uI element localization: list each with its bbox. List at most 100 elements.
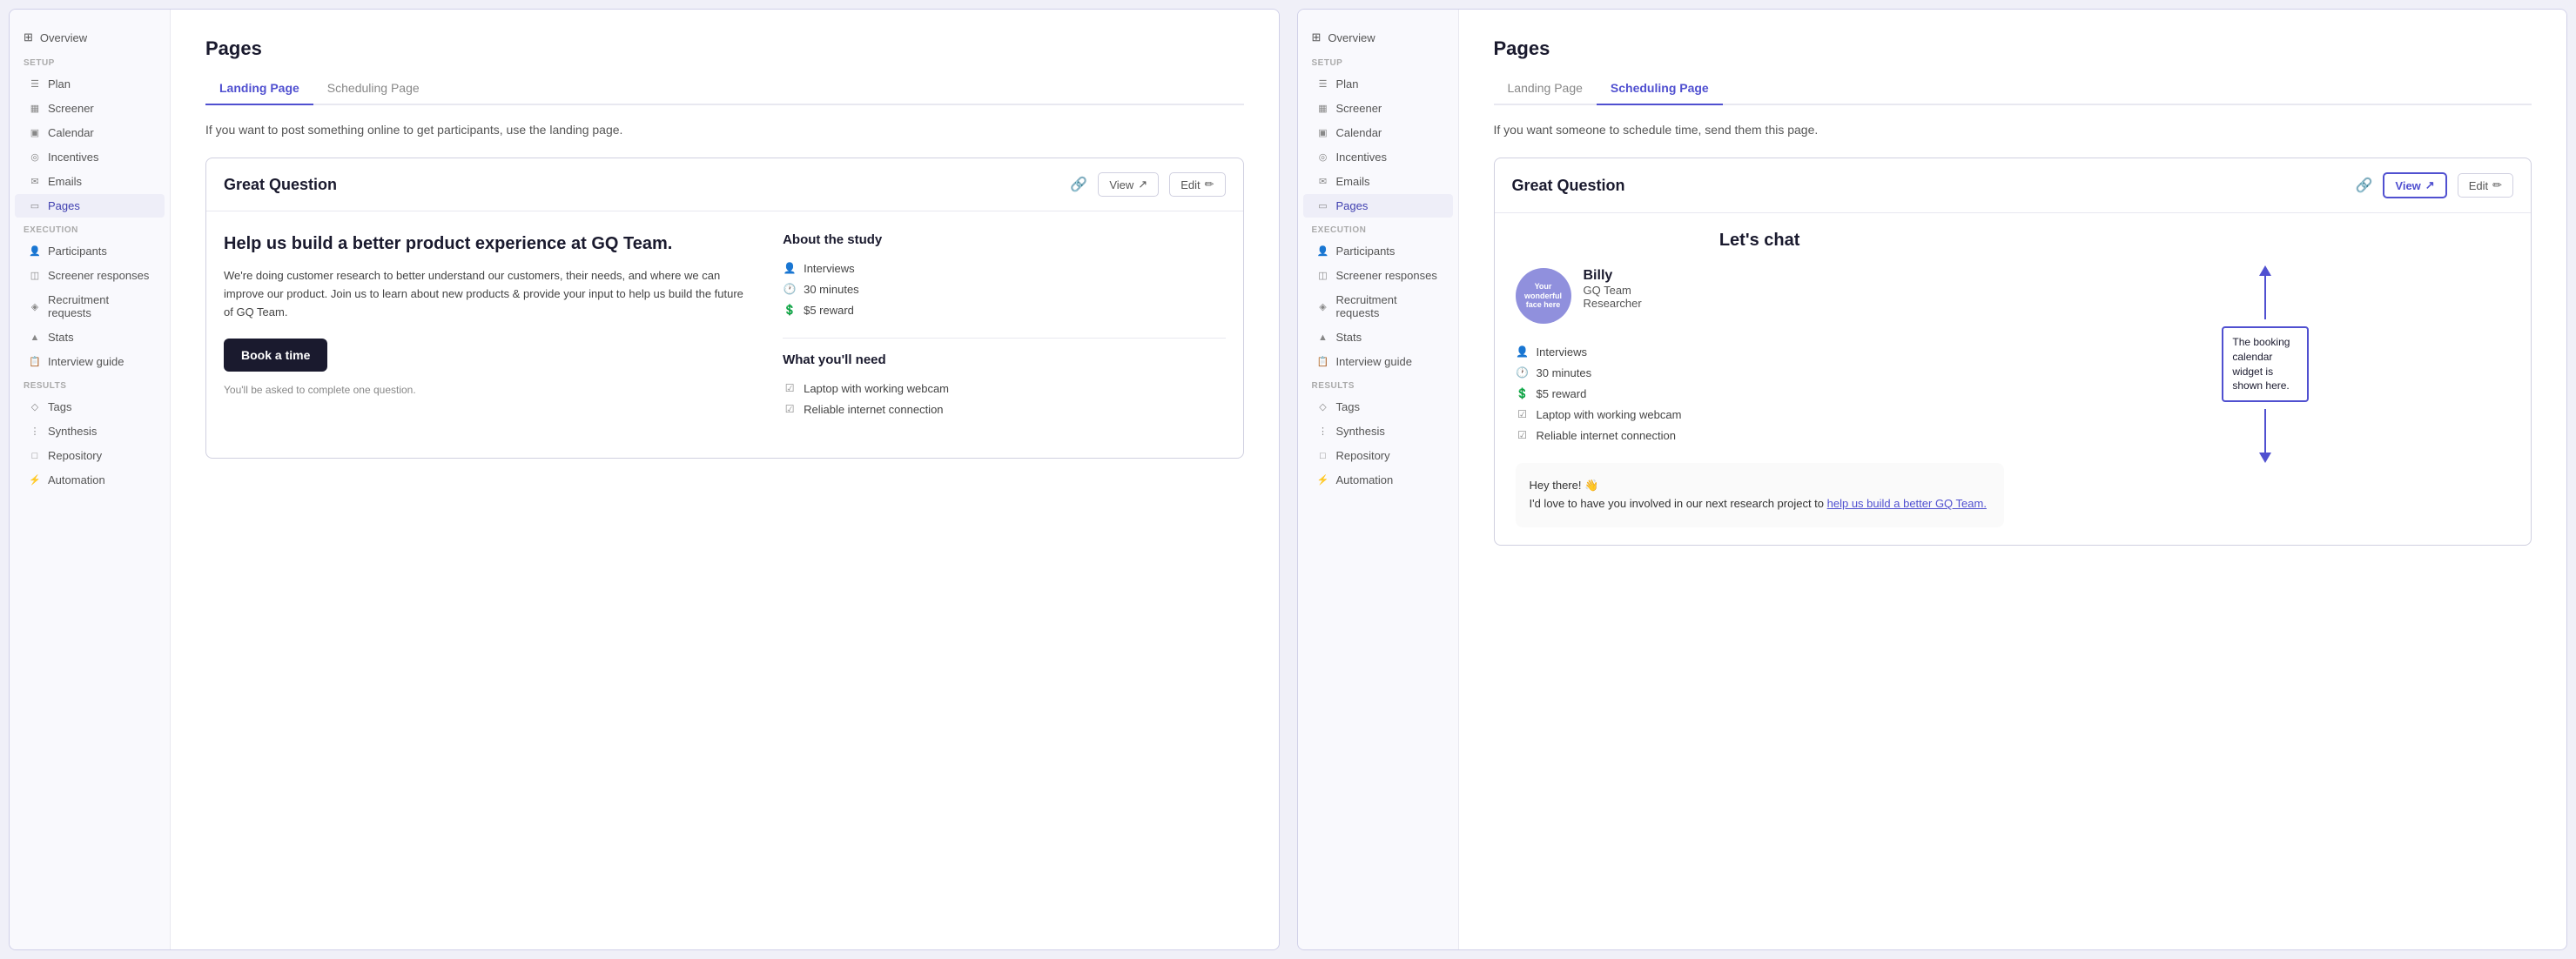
sidebar-item-overview[interactable]: ⊞ Overview (10, 23, 170, 51)
sidebar-item-interview-guide-2[interactable]: 📋 Interview guide (1303, 350, 1453, 373)
needs-item-internet: ☑ Reliable internet connection (783, 399, 1225, 419)
sidebar-item-stats-2[interactable]: ▲ Stats (1303, 325, 1453, 349)
interview-guide-icon-2: 📋 (1317, 356, 1329, 368)
chat-link[interactable]: help us build a better GQ Team. (1827, 497, 1987, 510)
researcher-section: Yourwonderfulface here Billy GQ Team Res… (1516, 268, 2004, 324)
sidebar-item-plan-2[interactable]: ☰ Plan (1303, 72, 1453, 96)
sidebar-item-overview-2[interactable]: ⊞ Overview (1298, 23, 1458, 51)
sidebar-item-repository-2[interactable]: □ Repository (1303, 444, 1453, 467)
plan-icon: ☰ (29, 78, 41, 91)
external-link-icon-2: ↗ (2425, 178, 2435, 192)
page-title: Pages (205, 37, 1244, 60)
sidebar-item-recruitment-2[interactable]: ◈ Recruitment requests (1303, 288, 1453, 325)
sidebar-item-participants-2[interactable]: 👤 Participants (1303, 239, 1453, 263)
card-actions: 🔗 View ↗ Edit ✏ (1070, 172, 1225, 197)
sidebar-item-plan[interactable]: ☰ Plan (15, 72, 165, 96)
recruitment-icon: ◈ (29, 300, 41, 312)
about-item-duration: 🕐 30 minutes (783, 278, 1225, 299)
sched-about-interviews: 👤 Interviews (1516, 341, 2004, 362)
sidebar-item-screener-responses[interactable]: ◫ Screener responses (15, 264, 165, 287)
main-content-left: Pages Landing Page Scheduling Page If yo… (171, 10, 1279, 949)
sidebar-item-repository[interactable]: □ Repository (15, 444, 165, 467)
tags-icon-2: ◇ (1317, 401, 1329, 413)
sidebar-item-automation[interactable]: ⚡ Automation (15, 468, 165, 492)
sidebar-item-tags-2[interactable]: ◇ Tags (1303, 395, 1453, 419)
sched-about-duration: 🕐 30 minutes (1516, 362, 2004, 383)
researcher-info: Billy GQ Team Researcher (1584, 268, 1642, 310)
sidebar-item-synthesis[interactable]: ⋮ Synthesis (15, 419, 165, 443)
arrow-head-up (2259, 265, 2271, 276)
overview-icon: ⊞ (24, 30, 33, 44)
tab-landing-page-2[interactable]: Landing Page (1494, 74, 1597, 105)
sidebar-left: ⊞ Overview Setup ☰ Plan ▦ Screener ▣ Cal… (10, 10, 171, 949)
recruitment-icon-2: ◈ (1317, 300, 1329, 312)
edit-pencil-icon: ✏ (1205, 178, 1214, 191)
sidebar-item-participants[interactable]: 👤 Participants (15, 239, 165, 263)
person-icon: 👤 (783, 261, 797, 275)
main-content-right: Pages Landing Page Scheduling Page If yo… (1459, 10, 2567, 949)
pages-icon-2: ▭ (1317, 200, 1329, 212)
tab-landing-page[interactable]: Landing Page (205, 74, 313, 105)
tab-description: If you want to post something online to … (205, 123, 1244, 137)
sidebar-item-stats[interactable]: ▲ Stats (15, 325, 165, 349)
page-title-2: Pages (1494, 37, 2532, 60)
tab-scheduling-page[interactable]: Scheduling Page (313, 74, 434, 105)
link-icon-2[interactable]: 🔗 (2355, 177, 2372, 194)
sidebar-item-emails[interactable]: ✉ Emails (15, 170, 165, 193)
sidebar-item-synthesis-2[interactable]: ⋮ Synthesis (1303, 419, 1453, 443)
needs-items-list: ☑ Laptop with working webcam ☑ Reliable … (783, 378, 1225, 419)
sidebar-item-pages[interactable]: ▭ Pages (15, 194, 165, 218)
researcher-team: GQ Team (1584, 284, 1642, 297)
sidebar-item-pages-2[interactable]: ▭ Pages (1303, 194, 1453, 218)
needs-title: What you'll need (783, 352, 1225, 367)
chat-text-2: I'd love to have you involved in our nex… (1530, 495, 1990, 513)
sidebar-item-tags[interactable]: ◇ Tags (15, 395, 165, 419)
sidebar-item-calendar[interactable]: ▣ Calendar (15, 121, 165, 144)
book-time-button[interactable]: Book a time (224, 339, 327, 372)
sidebar-item-automation-2[interactable]: ⚡ Automation (1303, 468, 1453, 492)
lets-chat-heading: Let's chat (1516, 231, 2004, 251)
sidebar-item-screener-responses-2[interactable]: ◫ Screener responses (1303, 264, 1453, 287)
results-section-label-2: Results (1298, 374, 1458, 394)
sidebar-item-emails-2[interactable]: ✉ Emails (1303, 170, 1453, 193)
sidebar-item-screener-2[interactable]: ▦ Screener (1303, 97, 1453, 120)
calendar-icon-2: ▣ (1317, 127, 1329, 139)
sidebar-item-recruitment[interactable]: ◈ Recruitment requests (15, 288, 165, 325)
check-box-icon-2: ☑ (783, 402, 797, 416)
card-footer-text: You'll be asked to complete one question… (224, 384, 755, 396)
sched-needs-webcam: ☑ Laptop with working webcam (1516, 404, 2004, 425)
card-body: Help us build a better product experienc… (206, 211, 1243, 458)
stats-icon: ▲ (29, 332, 41, 344)
sidebar-item-incentives-2[interactable]: ◎ Incentives (1303, 145, 1453, 169)
incentives-icon: ◎ (29, 151, 41, 164)
researcher-name: Billy (1584, 268, 1642, 284)
sidebar-item-screener[interactable]: ▦ Screener (15, 97, 165, 120)
sched-person-icon: 👤 (1516, 345, 1530, 359)
execution-section-label-2: Execution (1298, 218, 1458, 238)
sidebar-item-interview-guide[interactable]: 📋 Interview guide (15, 350, 165, 373)
interview-guide-icon: 📋 (29, 356, 41, 368)
scheduling-info-col: Let's chat Yourwonderfulface here Billy … (1516, 231, 2004, 527)
edit-button-2[interactable]: Edit ✏ (2458, 173, 2513, 198)
link-icon[interactable]: 🔗 (1070, 176, 1087, 193)
about-item-interviews: 👤 Interviews (783, 258, 1225, 278)
tab-scheduling-page-2[interactable]: Scheduling Page (1597, 74, 1723, 105)
card-header-2: Great Question 🔗 View ↗ Edit ✏ (1495, 158, 2532, 213)
card-body-text: We're doing customer research to better … (224, 267, 755, 321)
scheduling-about-list: 👤 Interviews 🕐 30 minutes 💲 $5 reward (1516, 341, 2004, 446)
emails-icon: ✉ (29, 176, 41, 188)
sidebar-item-incentives[interactable]: ◎ Incentives (15, 145, 165, 169)
about-items-list: 👤 Interviews 🕐 30 minutes 💲 $5 reward (783, 258, 1225, 320)
sidebar-right: ⊞ Overview Setup ☰ Plan ▦ Screener ▣ Cal… (1298, 10, 1459, 949)
edit-pencil-icon-2: ✏ (2492, 178, 2502, 192)
view-button-2[interactable]: View ↗ (2383, 172, 2446, 198)
sidebar-item-calendar-2[interactable]: ▣ Calendar (1303, 121, 1453, 144)
view-button[interactable]: View ↗ (1098, 172, 1159, 197)
card-logo-2: Great Question (1512, 177, 1625, 195)
edit-button[interactable]: Edit ✏ (1169, 172, 1225, 197)
plan-icon-2: ☰ (1317, 78, 1329, 91)
screener-responses-icon-2: ◫ (1317, 270, 1329, 282)
stats-icon-2: ▲ (1317, 332, 1329, 344)
avatar: Yourwonderfulface here (1516, 268, 1571, 324)
automation-icon-2: ⚡ (1317, 474, 1329, 486)
